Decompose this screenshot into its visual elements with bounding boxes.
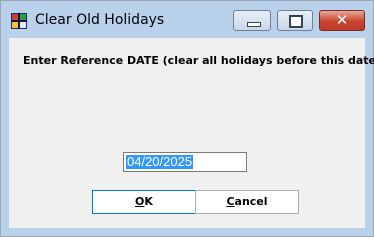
cancel-label-rest: ancel bbox=[234, 195, 268, 208]
reference-date-prompt: Enter Reference DATE (clear all holidays… bbox=[23, 54, 374, 67]
minimize-icon bbox=[247, 22, 261, 27]
window-title: Clear Old Holidays bbox=[35, 12, 165, 28]
title-bar[interactable]: Clear Old Holidays ✕ bbox=[1, 1, 373, 37]
dialog-window: Clear Old Holidays ✕ Enter Reference DAT… bbox=[0, 0, 374, 237]
maximize-icon bbox=[289, 15, 303, 28]
close-icon: ✕ bbox=[335, 11, 349, 29]
minimize-button[interactable] bbox=[233, 10, 271, 31]
reference-date-value: 04/20/2025 bbox=[126, 154, 194, 169]
flag-grid-icon bbox=[11, 13, 27, 29]
reference-date-input[interactable]: 04/20/2025 bbox=[123, 152, 247, 172]
ok-button[interactable]: OK bbox=[92, 190, 196, 214]
cancel-mnemonic: C bbox=[226, 195, 235, 208]
dialog-body: Enter Reference DATE (clear all holidays… bbox=[9, 38, 374, 228]
ok-label-rest: K bbox=[144, 195, 153, 208]
maximize-button[interactable] bbox=[277, 10, 313, 31]
cancel-button[interactable]: Cancel bbox=[195, 190, 299, 214]
ok-mnemonic: O bbox=[135, 195, 145, 208]
close-button[interactable]: ✕ bbox=[319, 10, 365, 31]
